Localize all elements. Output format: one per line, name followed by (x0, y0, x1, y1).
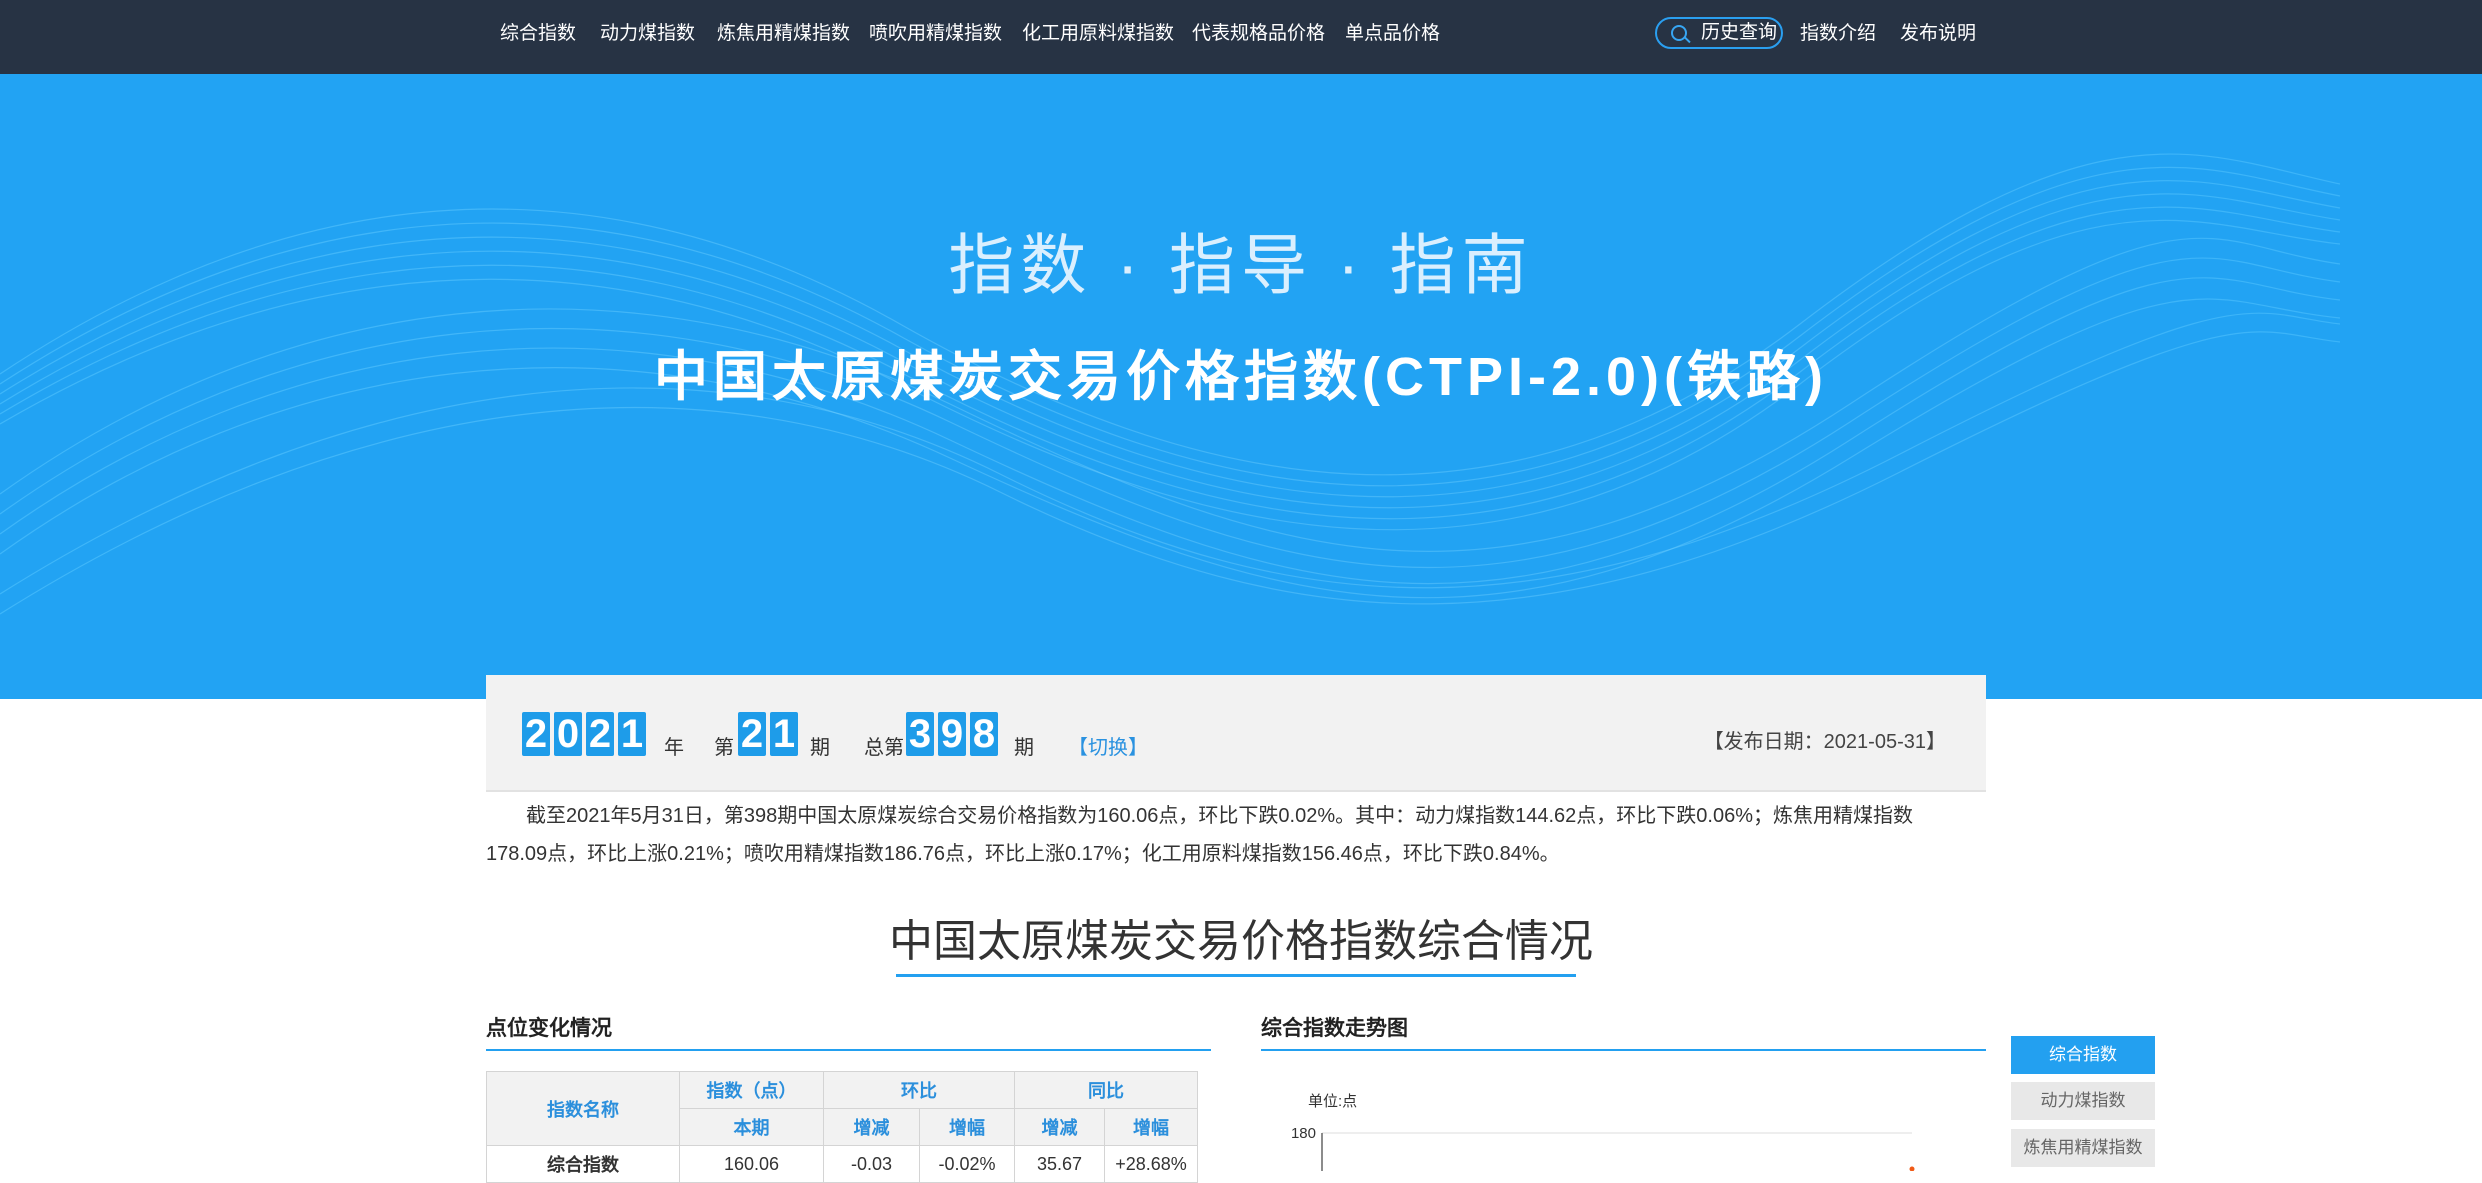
nav-item-representative-spec-price[interactable]: 代表规格品价格 (1192, 0, 1325, 74)
year-digit: 1 (618, 712, 646, 756)
nav-item-chemical-coal-index[interactable]: 化工用原料煤指数 (1022, 0, 1174, 74)
nav-item-index-intro[interactable]: 指数介绍 (1800, 0, 1876, 74)
total-unit: 期 (1014, 737, 1034, 759)
header-current: 本期 (679, 1108, 824, 1146)
banner-slogan: 指数 · 指导 · 指南 (948, 228, 1534, 302)
chart-data-point (1909, 1166, 1915, 1171)
issue-prefix: 第 (714, 737, 734, 759)
year-digit: 2 (586, 712, 614, 756)
side-tab-composite-index[interactable]: 综合指数 (2011, 1036, 2155, 1074)
total-digit: 3 (906, 712, 934, 756)
index-points-table: 指数名称 指数（点） 环比 同比 本期 增减 增幅 增减 增幅 综合指数 160… (486, 1071, 1198, 1183)
nav-item-coking-coal-index[interactable]: 炼焦用精煤指数 (717, 0, 850, 74)
side-tab-thermal-coal-index[interactable]: 动力煤指数 (2011, 1082, 2155, 1120)
year-digit: 2 (522, 712, 550, 756)
header-yoy-rate: 增幅 (1104, 1108, 1198, 1146)
row-yoy-change: 35.67 (1014, 1145, 1105, 1183)
period-bar: 2021 年 第 21 期 总第 398 期 【切换】 【发布日期：2021-0… (486, 675, 1986, 792)
section-title: 中国太原煤炭交易价格指数综合情况 (889, 917, 1593, 966)
nav-item-injection-coal-index[interactable]: 喷吹用精煤指数 (869, 0, 1002, 74)
total-digit: 8 (970, 712, 998, 756)
header-mom-change: 增减 (823, 1108, 920, 1146)
publish-date: 【发布日期：2021-05-31】 (1703, 731, 1946, 753)
nav-item-single-point-price[interactable]: 单点品价格 (1345, 0, 1440, 74)
history-search-button[interactable]: 历史查询 (1655, 17, 1783, 49)
row-current: 160.06 (679, 1145, 824, 1183)
search-icon (1671, 25, 1687, 41)
chart-y-unit-label: 单位:点 (1308, 1093, 1357, 1110)
trend-panel-title: 综合指数走势图 (1261, 1017, 1408, 1040)
banner-title: 中国太原煤炭交易价格指数(CTPI-2.0)(铁路) (654, 347, 1828, 407)
total-prefix: 总第 (864, 737, 904, 759)
top-navbar: 综合指数 动力煤指数 炼焦用精煤指数 喷吹用精煤指数 化工用原料煤指数 代表规格… (0, 0, 2482, 74)
history-search-label: 历史查询 (1701, 22, 1778, 43)
total-digits: 398 (906, 712, 998, 756)
issue-unit: 期 (810, 737, 830, 759)
side-tab-coking-coal-index[interactable]: 炼焦用精煤指数 (2011, 1129, 2155, 1167)
points-panel-title: 点位变化情况 (486, 1017, 612, 1040)
table-row: 综合指数 160.06 -0.03 -0.02% 35.67 +28.68% (486, 1145, 1198, 1183)
chart-y-tick-label: 180 (1291, 1125, 1316, 1142)
issue-digits: 21 (738, 712, 798, 756)
year-digit: 0 (554, 712, 582, 756)
trend-panel-divider (1261, 1049, 1986, 1051)
header-mom-rate: 增幅 (919, 1108, 1015, 1146)
issue-digit: 1 (770, 712, 798, 756)
header-yoy: 同比 (1014, 1071, 1198, 1109)
header-yoy-change: 增减 (1014, 1108, 1105, 1146)
switch-period-link[interactable]: 【切换】 (1068, 731, 1148, 760)
section-title-underline (896, 974, 1576, 977)
trend-chart: 单位:点 180 (1291, 1093, 1915, 1171)
year-unit: 年 (664, 737, 684, 759)
nav-item-thermal-coal-index[interactable]: 动力煤指数 (600, 0, 695, 74)
nav-item-release-note[interactable]: 发布说明 (1900, 0, 1976, 74)
header-index-name: 指数名称 (486, 1071, 680, 1146)
year-digits: 2021 (522, 712, 646, 756)
points-panel-divider (486, 1049, 1211, 1051)
hero-banner: 指数 · 指导 · 指南 中国太原煤炭交易价格指数(CTPI-2.0)(铁路) (0, 74, 2482, 699)
row-index-name: 综合指数 (486, 1145, 680, 1183)
row-mom-rate: -0.02% (919, 1145, 1015, 1183)
nav-item-composite-index[interactable]: 综合指数 (500, 0, 576, 74)
row-mom-change: -0.03 (823, 1145, 920, 1183)
header-index-points: 指数（点） (679, 1071, 824, 1109)
total-digit: 9 (938, 712, 966, 756)
row-yoy-rate: +28.68% (1104, 1145, 1198, 1183)
header-mom: 环比 (823, 1071, 1015, 1109)
summary-paragraph: 截至2021年5月31日，第398期中国太原煤炭综合交易价格指数为160.06点… (486, 805, 1913, 865)
issue-digit: 2 (738, 712, 766, 756)
